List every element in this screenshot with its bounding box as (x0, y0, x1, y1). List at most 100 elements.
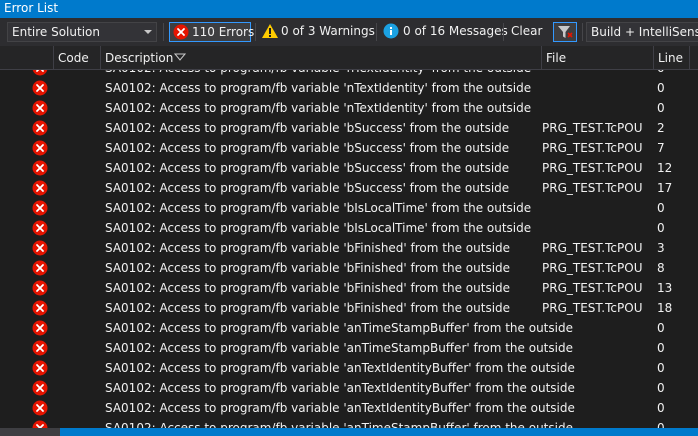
row-line: 2 (657, 121, 665, 135)
row-line: 0 (657, 341, 665, 355)
clear-label: Clear (511, 24, 543, 38)
table-row[interactable]: SA0102: Access to program/fb variable 'b… (0, 218, 698, 238)
toolbar-separator (376, 23, 377, 41)
table-row[interactable]: SA0102: Access to program/fb variable 'b… (0, 178, 698, 198)
row-line: 8 (657, 261, 665, 275)
error-circle-icon (32, 80, 48, 96)
row-line: 0 (657, 401, 665, 415)
row-description: SA0102: Access to program/fb variable 'b… (105, 141, 510, 155)
warning-triangle-icon (262, 24, 278, 38)
row-description: SA0102: Access to program/fb variable 'b… (105, 261, 511, 275)
toolbar-separator (255, 23, 256, 41)
row-file: PRG_TEST.TcPOU (542, 181, 643, 195)
row-description: SA0102: Access to program/fb variable 'b… (105, 161, 510, 175)
table-row[interactable]: SA0102: Access to program/fb variable 'a… (0, 378, 698, 398)
row-description: SA0102: Access to program/fb variable 'n… (105, 81, 532, 95)
warnings-filter-button[interactable]: 0 of 3 Warnings (259, 22, 375, 42)
scope-dropdown[interactable]: Entire Solution (7, 22, 157, 42)
error-circle-icon (32, 220, 48, 236)
row-line: 0 (657, 321, 665, 335)
toolbar-separator (582, 23, 583, 41)
table-row[interactable]: SA0102: Access to program/fb variable 'a… (0, 338, 698, 358)
row-line: 13 (657, 281, 673, 295)
row-description: SA0102: Access to program/fb variable 'b… (105, 121, 510, 135)
error-circle-icon (32, 140, 48, 156)
table-row[interactable]: SA0102: Access to program/fb variable 'b… (0, 298, 698, 318)
table-row[interactable]: SA0102: Access to program/fb variable 'n… (0, 70, 698, 78)
errors-filter-label: 110 Errors (192, 25, 255, 39)
column-header-line-label: Line (658, 51, 684, 65)
table-row[interactable]: SA0102: Access to program/fb variable 'n… (0, 78, 698, 98)
column-header-description[interactable]: Description (101, 46, 542, 70)
row-description: SA0102: Access to program/fb variable 'n… (105, 101, 532, 115)
chevron-down-icon (144, 30, 152, 34)
error-list-table[interactable]: SA0102: Access to program/fb variable 'n… (0, 70, 698, 428)
column-header-line[interactable]: Line (654, 46, 690, 70)
messages-filter-button[interactable]: 0 of 16 Messages (381, 22, 508, 42)
row-line: 18 (657, 301, 673, 315)
column-header-row: Code Description File Line (0, 46, 698, 70)
row-line: 0 (657, 221, 665, 235)
error-circle-icon (32, 200, 48, 216)
row-line: 0 (657, 421, 665, 428)
table-row[interactable]: SA0102: Access to program/fb variable 'a… (0, 418, 698, 428)
row-line: 0 (657, 381, 665, 395)
error-circle-icon (32, 100, 48, 116)
row-line: 0 (657, 70, 665, 75)
toolbar-separator (163, 23, 164, 41)
table-row[interactable]: SA0102: Access to program/fb variable 'b… (0, 258, 698, 278)
error-circle-icon (32, 160, 48, 176)
table-row[interactable]: SA0102: Access to program/fb variable 'a… (0, 398, 698, 418)
table-row[interactable]: SA0102: Access to program/fb variable 'b… (0, 118, 698, 138)
error-circle-icon (32, 320, 48, 336)
error-circle-icon (32, 400, 48, 416)
row-line: 0 (657, 101, 665, 115)
error-circle-icon (32, 120, 48, 136)
filter-toggle-button[interactable] (553, 22, 577, 42)
row-description: SA0102: Access to program/fb variable 'a… (105, 421, 573, 428)
error-circle-icon (32, 300, 48, 316)
row-description: SA0102: Access to program/fb variable 'b… (105, 181, 510, 195)
column-header-code-label: Code (58, 51, 89, 65)
errors-filter-button[interactable]: 110 Errors (169, 22, 255, 42)
row-description: SA0102: Access to program/fb variable 'a… (105, 401, 575, 415)
row-description: SA0102: Access to program/fb variable 'a… (105, 361, 575, 375)
filter-icon (558, 26, 573, 38)
messages-filter-label: 0 of 16 Messages (403, 24, 508, 38)
table-row[interactable]: SA0102: Access to program/fb variable 'b… (0, 158, 698, 178)
status-bar (0, 428, 698, 436)
column-header-code[interactable]: Code (54, 46, 101, 70)
row-file: PRG_TEST.TcPOU (542, 121, 643, 135)
row-description: SA0102: Access to program/fb variable 'a… (105, 341, 573, 355)
status-bar-tab[interactable] (0, 428, 60, 436)
row-description: SA0102: Access to program/fb variable 'b… (105, 201, 532, 215)
row-description: SA0102: Access to program/fb variable 'b… (105, 281, 511, 295)
build-source-dropdown[interactable]: Build + IntelliSense (586, 22, 698, 42)
error-list-rows: SA0102: Access to program/fb variable 'n… (0, 70, 698, 428)
row-file: PRG_TEST.TcPOU (542, 301, 643, 315)
column-header-file[interactable]: File (542, 46, 654, 70)
error-circle-icon (32, 380, 48, 396)
column-header-extra[interactable] (690, 46, 698, 70)
table-row[interactable]: SA0102: Access to program/fb variable 'a… (0, 318, 698, 338)
row-description: SA0102: Access to program/fb variable 'b… (105, 241, 511, 255)
column-header-icon[interactable] (0, 46, 54, 70)
error-circle-icon (32, 340, 48, 356)
table-row[interactable]: SA0102: Access to program/fb variable 'n… (0, 98, 698, 118)
table-row[interactable]: SA0102: Access to program/fb variable 'b… (0, 238, 698, 258)
error-circle-icon (173, 24, 189, 40)
table-row[interactable]: SA0102: Access to program/fb variable 'b… (0, 278, 698, 298)
clear-button[interactable]: Clear (508, 22, 544, 42)
warnings-filter-label: 0 of 3 Warnings (281, 24, 375, 38)
table-row[interactable]: SA0102: Access to program/fb variable 'b… (0, 198, 698, 218)
table-row[interactable]: SA0102: Access to program/fb variable 'a… (0, 358, 698, 378)
row-file: PRG_TEST.TcPOU (542, 141, 643, 155)
row-file: PRG_TEST.TcPOU (542, 161, 643, 175)
sort-arrow-icon (174, 53, 186, 61)
error-circle-icon (32, 180, 48, 196)
error-circle-icon (32, 260, 48, 276)
info-circle-icon (383, 23, 399, 39)
row-line: 12 (657, 161, 673, 175)
row-description: SA0102: Access to program/fb variable 'a… (105, 381, 575, 395)
table-row[interactable]: SA0102: Access to program/fb variable 'b… (0, 138, 698, 158)
